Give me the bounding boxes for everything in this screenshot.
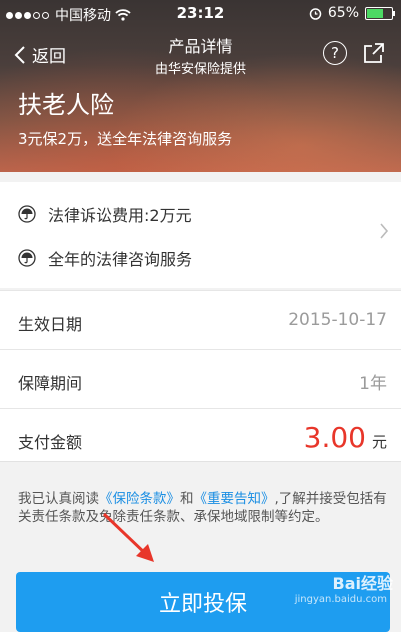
agreement-mid: 和 <box>180 491 194 507</box>
alarm-icon <box>309 7 322 20</box>
share-button[interactable] <box>363 42 385 68</box>
period-label: 保障期间 <box>18 374 83 393</box>
battery-info: 65% <box>309 5 395 21</box>
product-description: 3元保2万，送全年法律咨询服务 <box>18 130 233 148</box>
chevron-right-icon <box>380 223 389 239</box>
watermark: Bai经验 <box>332 574 393 593</box>
red-arrow-annotation <box>102 512 154 562</box>
effective-date-row: 生效日期 2015-10-17 <box>0 290 401 349</box>
period-value: 1年 <box>359 374 387 394</box>
agreement-text: 我已认真阅读《保险条款》和《重要告知》,了解并接受包括有关责任条款及免除责任条款… <box>18 490 388 526</box>
feature-label: 法律诉讼费用:2万元 <box>48 206 192 225</box>
nav-bar: 返回 产品详情 由华安保险提供 ? <box>0 28 401 80</box>
amount-number: 3.00 <box>303 421 366 454</box>
period-row: 保障期间 1年 <box>0 349 401 408</box>
umbrella-icon <box>18 205 36 223</box>
amount-value: 3.00 元 <box>304 421 387 454</box>
amount-label: 支付金额 <box>18 433 83 452</box>
feature-item: 全年的法律咨询服务 <box>18 246 192 270</box>
battery-percent: 65% <box>327 5 359 21</box>
order-details: 生效日期 2015-10-17 保障期间 1年 支付金额 3.00 元 <box>0 290 401 467</box>
effective-date-value: 2015-10-17 <box>288 310 387 330</box>
coverage-features[interactable]: 法律诉讼费用:2万元 全年的法律咨询服务 <box>0 182 401 288</box>
help-button[interactable]: ? <box>323 41 347 65</box>
agreement-section: 我已认真阅读《保险条款》和《重要告知》,了解并接受包括有关责任条款及免除责任条款… <box>0 461 401 557</box>
umbrella-icon <box>18 249 36 267</box>
terms-link[interactable]: 《保险条款》 <box>99 491 180 507</box>
feature-item: 法律诉讼费用:2万元 <box>18 202 192 226</box>
battery-icon <box>365 6 395 20</box>
notice-link[interactable]: 《重要告知》 <box>194 491 275 507</box>
effective-date-label: 生效日期 <box>18 315 83 334</box>
status-bar: 中国移动 23:12 65% <box>0 0 401 28</box>
share-icon <box>364 43 384 63</box>
feature-label: 全年的法律咨询服务 <box>48 250 193 269</box>
amount-row: 支付金额 3.00 元 <box>0 408 401 467</box>
amount-unit: 元 <box>371 433 387 451</box>
agreement-prefix: 我已认真阅读 <box>18 491 99 507</box>
watermark-url: jingyan.baidu.com <box>294 594 387 605</box>
product-name: 扶老人险 <box>18 91 114 119</box>
